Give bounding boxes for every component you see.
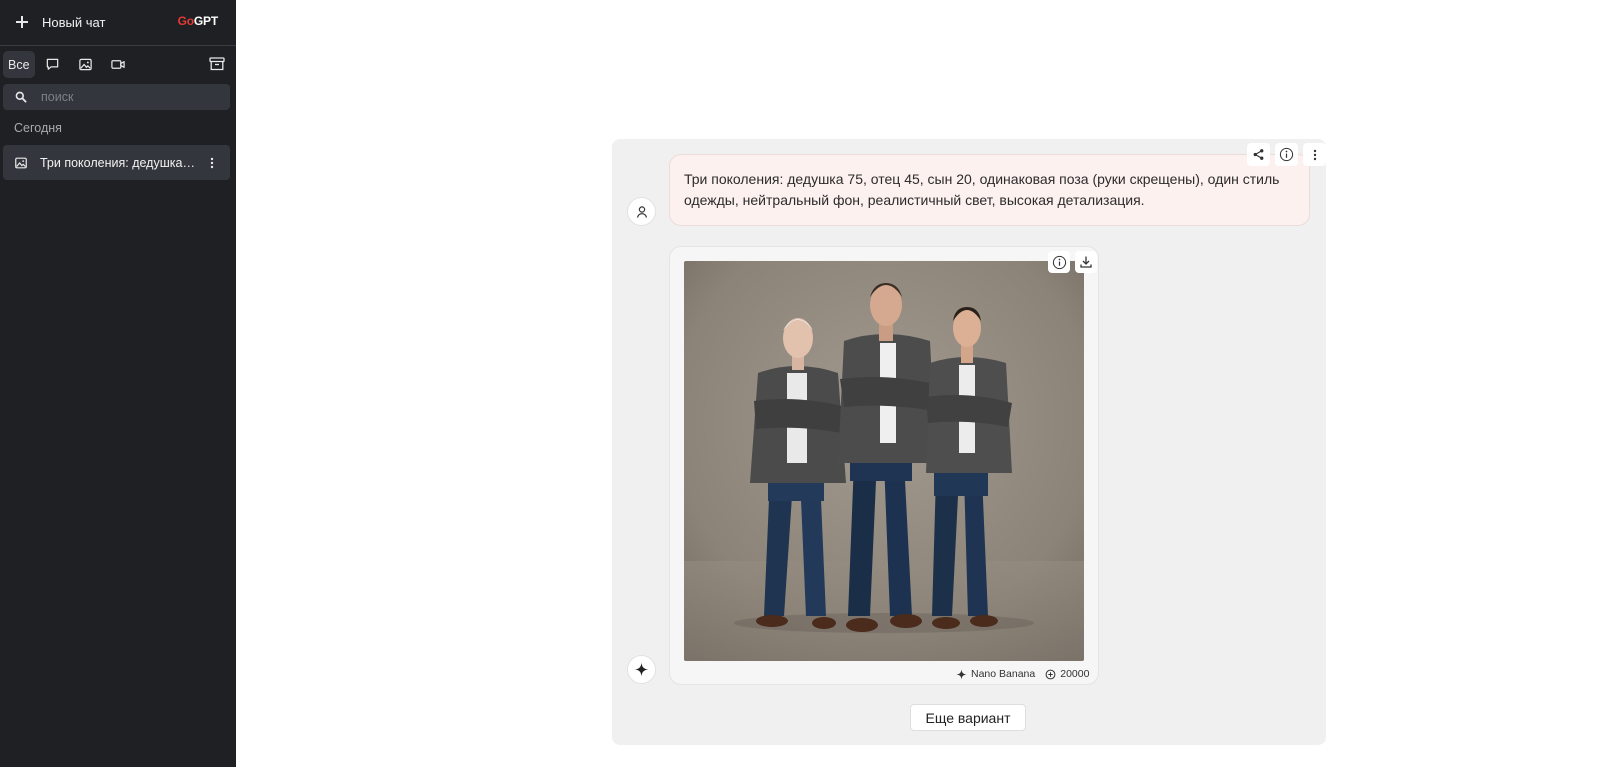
chat-list-item[interactable]: Три поколения: дедушка 75, отец 45, сын … <box>3 145 230 180</box>
info-icon <box>1279 147 1294 162</box>
share-icon <box>1253 149 1264 160</box>
archive-icon <box>209 57 225 71</box>
divider <box>0 45 236 46</box>
image-icon <box>15 157 27 168</box>
user-message: Три поколения: дедушка 75, отец 45, сын … <box>669 154 1310 226</box>
search-icon <box>15 91 27 103</box>
message-more-button[interactable] <box>1303 143 1326 166</box>
chat-icon <box>46 58 58 70</box>
info-button[interactable] <box>1275 143 1298 166</box>
download-button[interactable] <box>1075 251 1097 273</box>
video-icon <box>111 60 125 69</box>
search-input[interactable] <box>41 90 211 104</box>
another-variant-button[interactable]: Еще вариант <box>910 704 1026 731</box>
plus-icon <box>16 16 28 28</box>
generated-photo <box>684 261 1084 661</box>
filter-bar: Все <box>3 51 136 78</box>
user-avatar <box>627 197 656 226</box>
search-box <box>3 84 230 110</box>
cost-tag: 20000 <box>1045 668 1089 680</box>
message-actions <box>1242 143 1326 166</box>
user-icon <box>636 205 647 218</box>
info-icon <box>1052 255 1066 269</box>
sparkle-icon <box>634 662 649 677</box>
image-info-button[interactable] <box>1048 251 1070 273</box>
new-chat-label: Новый чат <box>42 14 106 30</box>
filter-images[interactable] <box>70 51 101 78</box>
more-vertical-icon <box>210 157 214 169</box>
model-tag: Nano Banana <box>956 668 1035 680</box>
filter-all[interactable]: Все <box>3 51 35 78</box>
chat-list-item-title: Три поколения: дедушка 75, отец 45, сын … <box>40 155 195 170</box>
image-actions <box>1043 251 1097 273</box>
sidebar: Новый чат GoGPT Все Сегодня Три поколени… <box>0 0 236 767</box>
assistant-avatar <box>627 655 656 684</box>
download-icon <box>1080 256 1092 268</box>
coin-icon <box>1045 669 1056 679</box>
filter-chats[interactable] <box>37 51 68 78</box>
generated-image[interactable] <box>684 261 1084 661</box>
share-button[interactable] <box>1247 143 1270 166</box>
model-name: Nano Banana <box>971 668 1036 680</box>
filter-videos[interactable] <box>103 51 134 78</box>
image-meta: Nano Banana 20000 <box>956 667 1099 681</box>
archive-button[interactable] <box>208 55 226 73</box>
cost-value: 20000 <box>1060 668 1090 680</box>
chat-options-button[interactable] <box>206 156 218 170</box>
section-label-today: Сегодня <box>14 121 62 135</box>
brand-logo: GoGPT <box>177 14 219 28</box>
image-icon <box>78 58 92 71</box>
sparkle-icon <box>956 669 967 679</box>
more-vertical-icon <box>1313 149 1316 160</box>
